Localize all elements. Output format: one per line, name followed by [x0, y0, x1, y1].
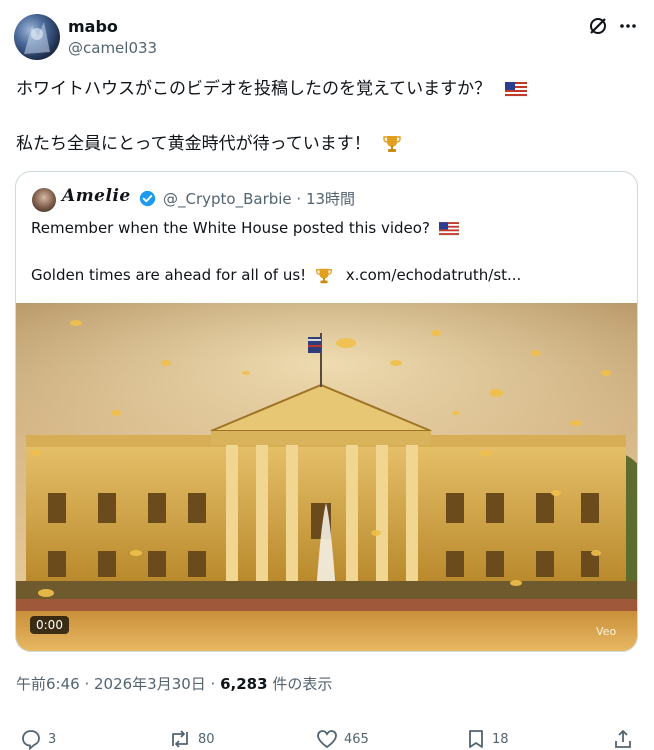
bookmark-button[interactable]: 18	[466, 728, 509, 750]
repost-count: 80	[198, 731, 215, 747]
quoted-author-handle-time[interactable]: @_Crypto_Barbie · 13時間	[163, 188, 355, 209]
repost-icon	[172, 730, 188, 748]
author-handle[interactable]: @camel033	[68, 39, 157, 57]
views-label: 件の表示	[267, 675, 333, 693]
author-avatar[interactable]	[14, 14, 60, 60]
more-options-icon[interactable]	[617, 15, 639, 37]
post-timestamp[interactable]: 午前6:46 · 2026年3月30日 ·	[16, 675, 220, 693]
bookmark-icon	[469, 730, 483, 748]
quoted-author-avatar[interactable]	[32, 188, 56, 212]
quoted-author-name[interactable]: Amelie	[62, 186, 131, 206]
bookmark-count: 18	[492, 731, 509, 747]
reply-icon	[22, 730, 40, 750]
post-text-line-1: ホワイトハウスがこのビデオを投稿したのを覚えていますか？	[16, 78, 527, 100]
quoted-post-card[interactable]: Amelie @_Crypto_Barbie · 13時間 Remember w…	[15, 171, 638, 652]
share-button[interactable]	[612, 728, 634, 750]
video-player[interactable]: 0:00 Veo	[16, 303, 637, 651]
reply-count: 3	[48, 731, 57, 747]
share-icon	[615, 730, 631, 748]
trophy-icon	[316, 268, 332, 283]
grok-icon[interactable]	[587, 15, 609, 37]
reply-button[interactable]: 3	[20, 728, 56, 750]
post-meta: 午前6:46 · 2026年3月30日 · 6,283 件の表示	[16, 673, 332, 694]
trophy-icon	[383, 136, 401, 152]
quoted-text-line-1: Remember when the White House posted thi…	[31, 218, 459, 238]
like-button[interactable]: 465	[316, 728, 369, 750]
repost-button[interactable]: 80	[168, 728, 215, 750]
post-text-2: 私たち全員にとって黄金時代が待っています！	[16, 134, 371, 154]
views-count: 6,283	[220, 675, 268, 693]
us-flag-icon	[438, 221, 459, 236]
white-house-video-frame	[16, 303, 637, 651]
heart-icon	[317, 730, 337, 749]
quoted-link[interactable]: x.com/echodatruth/st...	[346, 266, 522, 284]
author-name[interactable]: mabo	[68, 17, 118, 36]
video-watermark: Veo	[596, 625, 617, 638]
quoted-text-2: Golden times are ahead for all of us!	[31, 266, 307, 284]
quoted-text-1: Remember when the White House posted thi…	[31, 219, 430, 237]
video-time-badge: 0:00	[30, 616, 69, 634]
avatar-art	[24, 22, 50, 54]
verified-badge-icon	[139, 190, 156, 207]
like-count: 465	[344, 731, 369, 747]
post-text-line-2: 私たち全員にとって黄金時代が待っています！	[16, 133, 402, 155]
post-text-1: ホワイトハウスがこのビデオを投稿したのを覚えていますか？	[16, 79, 492, 99]
us-flag-icon	[504, 81, 527, 97]
quoted-text-line-2: Golden times are ahead for all of us! x.…	[31, 265, 521, 285]
